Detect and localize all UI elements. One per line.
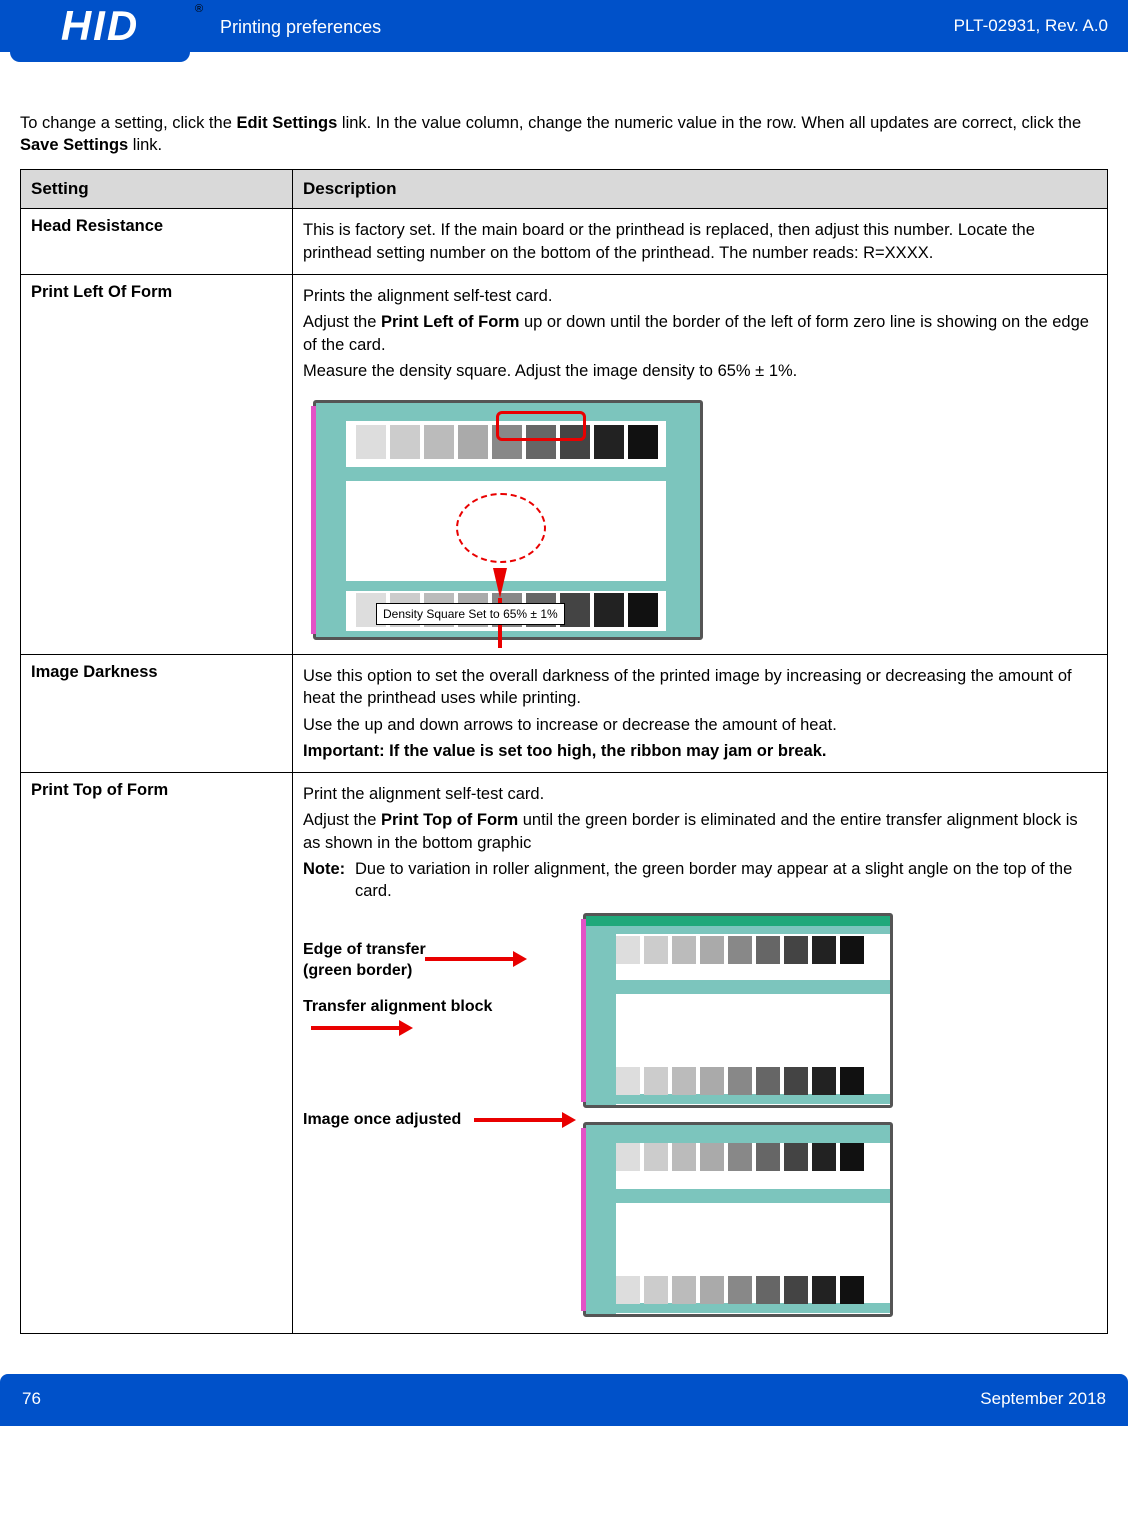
- page-header: ® HID Printing preferences PLT-02931, Re…: [0, 0, 1128, 52]
- plof-figure: LOF Zero LIne Densi: [313, 400, 1097, 640]
- registered-mark: ®: [195, 2, 203, 17]
- magenta-strip-icon: [581, 1128, 586, 1311]
- desc-plof: Prints the alignment self-test card. Adj…: [293, 275, 1108, 655]
- header-revision: PLT-02931, Rev. A.0: [954, 15, 1108, 38]
- lof-highlight-box: [496, 411, 586, 441]
- id-p3: Important: If the value is set too high,…: [303, 740, 1097, 762]
- setting-name-ptof: Print Top of Form: [21, 773, 293, 1334]
- hid-logo-text: HID: [61, 0, 139, 54]
- test-card-before: [583, 913, 893, 1108]
- th-setting: Setting: [21, 169, 293, 209]
- row-head-resistance: Head Resistance This is factory set. If …: [21, 209, 1108, 275]
- plof-p2: Adjust the Print Left of Form up or down…: [303, 311, 1097, 356]
- hid-logo-badge: HID: [10, 0, 190, 62]
- desc-head-resistance: This is factory set. If the main board o…: [293, 209, 1108, 275]
- intro-text: To change a setting, click the Edit Sett…: [20, 112, 1108, 157]
- label-edge-of-transfer: Edge of transfer (green border): [303, 939, 583, 982]
- edit-settings-link: Edit Settings: [236, 114, 337, 132]
- setting-name-plof: Print Left Of Form: [21, 275, 293, 655]
- ptof-figure-block: Edge of transfer (green border) Transfer…: [303, 913, 1097, 1317]
- ptof-p1: Print the alignment self-test card.: [303, 783, 1097, 805]
- plof-p3: Measure the density square. Adjust the i…: [303, 360, 1097, 382]
- plof-p1: Prints the alignment self-test card.: [303, 285, 1097, 307]
- test-card-lof: Density Square Set to 65% ± 1%: [313, 400, 703, 640]
- ptof-labels-column: Edge of transfer (green border) Transfer…: [303, 913, 583, 1161]
- grayscale-row-bottom: [616, 1067, 864, 1095]
- density-highlight-oval: [456, 493, 546, 563]
- row-print-left-of-form: Print Left Of Form Prints the alignment …: [21, 275, 1108, 655]
- row-print-top-of-form: Print Top of Form Print the alignment se…: [21, 773, 1108, 1334]
- magenta-strip-icon: [581, 919, 586, 1102]
- row-image-darkness: Image Darkness Use this option to set th…: [21, 655, 1108, 773]
- arrow-icon: [474, 1118, 566, 1122]
- header-title: Printing preferences: [220, 15, 381, 39]
- label-image-adjusted: Image once adjusted: [303, 1109, 583, 1131]
- th-description: Description: [293, 169, 1108, 209]
- hr-p1: This is factory set. If the main board o…: [303, 219, 1097, 264]
- page-footer: 76 September 2018: [0, 1374, 1128, 1426]
- grayscale-row-top: [616, 1143, 864, 1171]
- page-content: To change a setting, click the Edit Sett…: [0, 52, 1128, 1334]
- grayscale-row-bottom: [616, 1276, 864, 1304]
- page-number: 76: [22, 1388, 41, 1411]
- arrow-icon: [311, 1026, 403, 1030]
- grayscale-row-top: [616, 936, 864, 964]
- ptof-note: Note: Due to variation in roller alignme…: [303, 858, 1097, 903]
- density-tag: Density Square Set to 65% ± 1%: [376, 603, 565, 625]
- id-p2: Use the up and down arrows to increase o…: [303, 714, 1097, 736]
- density-arrow-icon: [493, 568, 507, 598]
- id-p1: Use this option to set the overall darkn…: [303, 665, 1097, 710]
- ptof-p2: Adjust the Print Top of Form until the g…: [303, 809, 1097, 854]
- test-card-after: [583, 1122, 893, 1317]
- desc-image-darkness: Use this option to set the overall darkn…: [293, 655, 1108, 773]
- settings-table: Setting Description Head Resistance This…: [20, 169, 1108, 1334]
- desc-ptof: Print the alignment self-test card. Adju…: [293, 773, 1108, 1334]
- label-transfer-block: Transfer alignment block: [303, 996, 583, 1039]
- intro-mid: link. In the value column, change the nu…: [337, 114, 1081, 132]
- footer-date: September 2018: [980, 1388, 1106, 1411]
- ptof-cards-column: [583, 913, 893, 1317]
- setting-name-image-darkness: Image Darkness: [21, 655, 293, 773]
- intro-pre: To change a setting, click the: [20, 114, 236, 132]
- intro-post: link.: [128, 136, 162, 154]
- save-settings-link: Save Settings: [20, 136, 128, 154]
- setting-name-head-resistance: Head Resistance: [21, 209, 293, 275]
- magenta-strip-icon: [311, 406, 316, 634]
- arrow-icon: [425, 957, 517, 961]
